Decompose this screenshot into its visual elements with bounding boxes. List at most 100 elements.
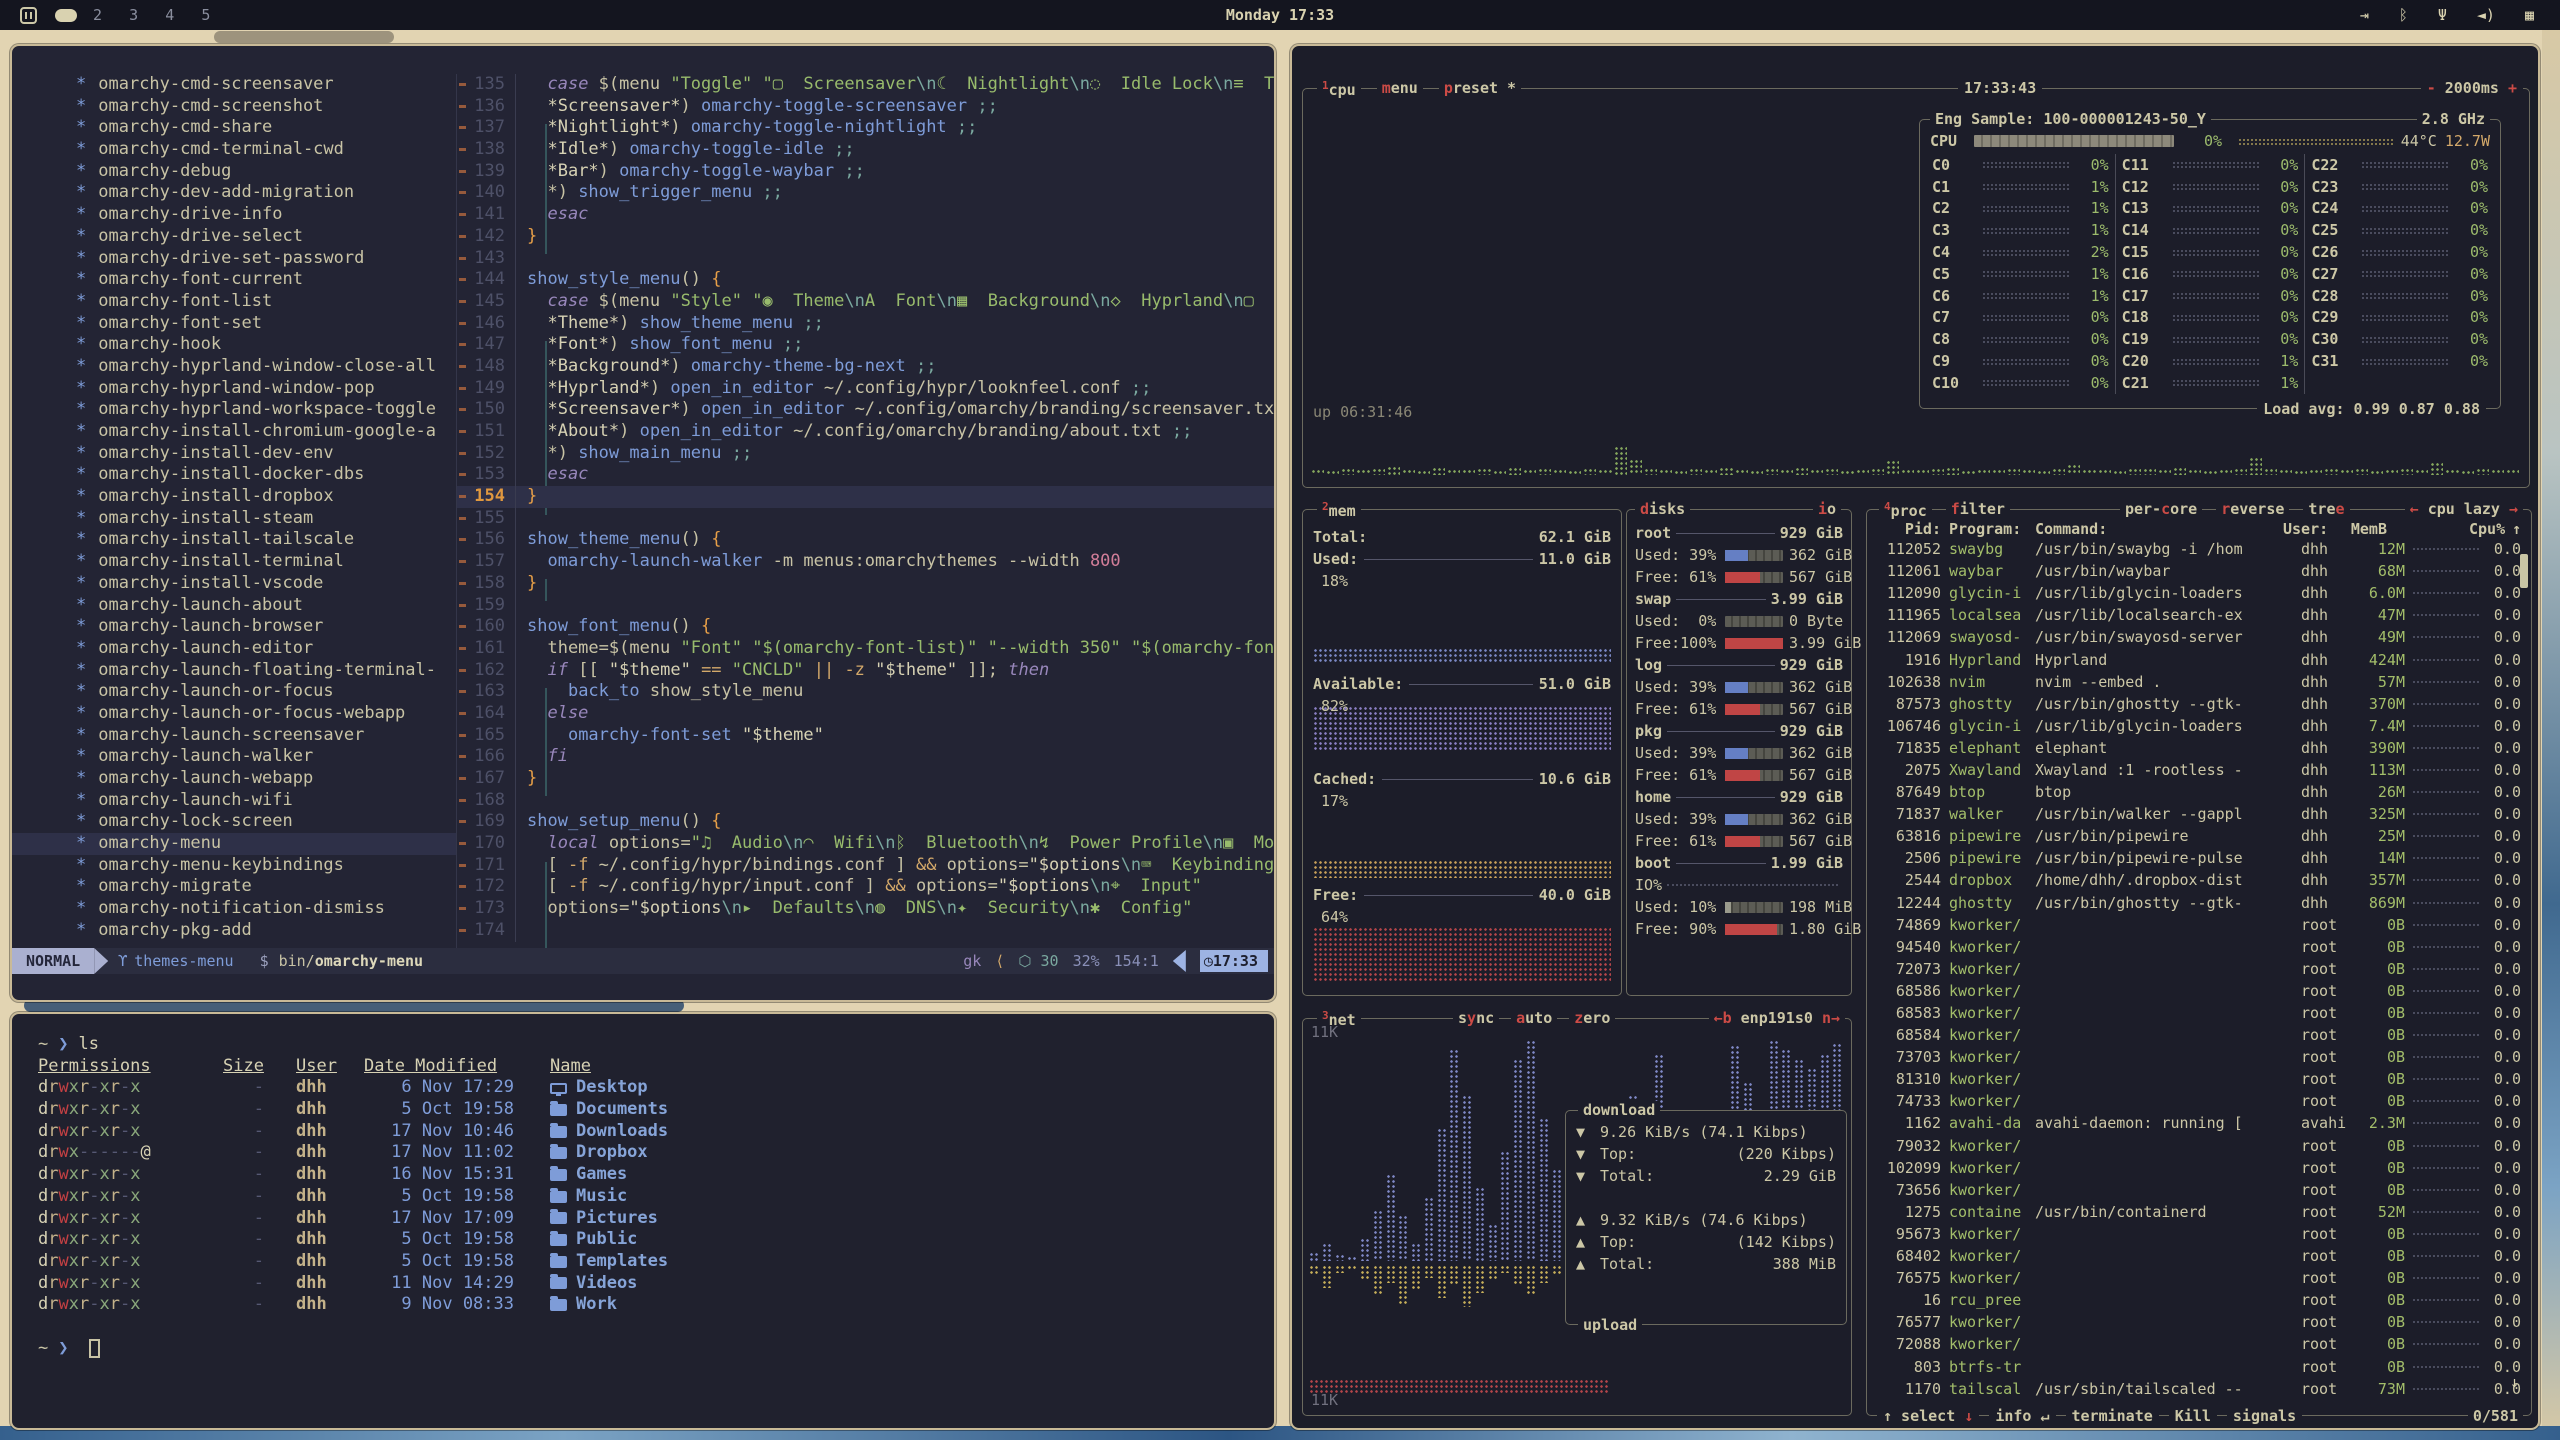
- file-item[interactable]: *omarchy-dev-add-migration: [12, 182, 456, 204]
- file-item[interactable]: *omarchy-hyprland-window-pop: [12, 378, 456, 400]
- process-row[interactable]: 2506 pipewire /usr/bin/pipewire-pulse dh…: [1877, 847, 2521, 869]
- process-row[interactable]: 81310 kworker/ root 0B 0.0: [1877, 1068, 2521, 1090]
- process-row[interactable]: 102638 nvim nvim --embed . dhh 57M 0.0: [1877, 671, 2521, 693]
- file-item[interactable]: *omarchy-install-chromium-google-a: [12, 421, 456, 443]
- file-item[interactable]: *omarchy-launch-wifi: [12, 790, 456, 812]
- disks-box-title[interactable]: disks: [1635, 500, 1690, 518]
- preset-button[interactable]: preset *: [1439, 79, 1521, 99]
- code-line[interactable]: 160 show_font_menu() {: [457, 616, 1274, 638]
- file-item[interactable]: *omarchy-launch-floating-terminal-: [12, 660, 456, 682]
- file-item[interactable]: *omarchy-font-list: [12, 291, 456, 313]
- code-line[interactable]: 142 }: [457, 226, 1274, 248]
- process-row[interactable]: 95673 kworker/ root 0B 0.0: [1877, 1223, 2521, 1245]
- zero-button[interactable]: zero: [1569, 1009, 1615, 1027]
- process-row[interactable]: 73703 kworker/ root 0B 0.0: [1877, 1046, 2521, 1068]
- process-row[interactable]: 12244 ghostty /usr/bin/ghostty --gtk- dh…: [1877, 892, 2521, 914]
- code-line[interactable]: 163 back_to show_style_menu: [457, 681, 1274, 703]
- process-row[interactable]: 74733 kworker/ root 0B 0.0: [1877, 1090, 2521, 1112]
- code-line[interactable]: 156 show_theme_menu() {: [457, 529, 1274, 551]
- file-item[interactable]: *omarchy-hook: [12, 334, 456, 356]
- process-row[interactable]: 106746 glycin-i /usr/lib/glycin-loaders …: [1877, 715, 2521, 737]
- code-line[interactable]: 173 options="$options\n▸ Defaults\n◍ DNS…: [457, 898, 1274, 920]
- process-scrollbar[interactable]: [2520, 554, 2528, 588]
- process-row[interactable]: 76577 kworker/ root 0B 0.0: [1877, 1311, 2521, 1333]
- code-line[interactable]: 146 *Theme*) show_theme_menu ;;: [457, 313, 1274, 335]
- file-item[interactable]: *omarchy-drive-set-password: [12, 248, 456, 270]
- file-item[interactable]: *omarchy-install-terminal: [12, 551, 456, 573]
- code-line[interactable]: 149 *Hyprland*) open_in_editor ~/.config…: [457, 378, 1274, 400]
- menu-button[interactable]: menu: [1377, 79, 1423, 99]
- code-line[interactable]: 145 case $(menu "Style" "◉ Theme\nA Font…: [457, 291, 1274, 313]
- refresh-interval[interactable]: - 2000ms +: [2421, 79, 2523, 97]
- workspace-item[interactable]: 3: [129, 6, 138, 24]
- file-item[interactable]: *omarchy-menu: [12, 833, 456, 855]
- process-row[interactable]: 1170 tailscal /usr/sbin/tailscaled -- ro…: [1877, 1378, 2521, 1400]
- code-line[interactable]: 147 *Font*) show_font_menu ;;: [457, 334, 1274, 356]
- process-row[interactable]: 112052 swaybg /usr/bin/swaybg -i /hom dh…: [1877, 538, 2521, 560]
- code-line[interactable]: 138 *Idle*) omarchy-toggle-idle ;;: [457, 139, 1274, 161]
- code-pane[interactable]: 135 case $(menu "Toggle" "▢ Screensaver\…: [457, 74, 1274, 948]
- process-row[interactable]: 1162 avahi-da avahi-daemon: running [ av…: [1877, 1112, 2521, 1134]
- code-line[interactable]: 136 *Screensaver*) omarchy-toggle-screen…: [457, 96, 1274, 118]
- file-item[interactable]: *omarchy-hyprland-window-close-all: [12, 356, 456, 378]
- process-row[interactable]: 16 rcu_pree root 0B 0.0: [1877, 1289, 2521, 1311]
- process-row[interactable]: 87649 btop btop dhh 26M 0.0: [1877, 781, 2521, 803]
- code-line[interactable]: 162 if [[ "$theme" == "CNCLD" || -z "$th…: [457, 660, 1274, 682]
- file-item[interactable]: *omarchy-install-docker-dbs: [12, 464, 456, 486]
- process-row[interactable]: 79032 kworker/ root 0B 0.0: [1877, 1135, 2521, 1157]
- file-item[interactable]: *omarchy-launch-webapp: [12, 768, 456, 790]
- code-line[interactable]: 164 else: [457, 703, 1274, 725]
- workspaces[interactable]: 2 3 4 5: [93, 6, 238, 24]
- code-line[interactable]: 141 esac: [457, 204, 1274, 226]
- process-row[interactable]: 68583 kworker/ root 0B 0.0: [1877, 1002, 2521, 1024]
- code-line[interactable]: 170 local options="♫ Audio\n◠ Wifi\nᛒ Bl…: [457, 833, 1274, 855]
- process-row[interactable]: 112061 waybar /usr/bin/waybar dhh 68M 0.…: [1877, 560, 2521, 582]
- process-row[interactable]: 1275 containe /usr/bin/containerd root 5…: [1877, 1201, 2521, 1223]
- process-row[interactable]: 73656 kworker/ root 0B 0.0: [1877, 1179, 2521, 1201]
- code-line[interactable]: 157 omarchy-launch-walker -m menus:omarc…: [457, 551, 1274, 573]
- code-line[interactable]: 158 }: [457, 573, 1274, 595]
- code-line[interactable]: 168: [457, 790, 1274, 812]
- file-item[interactable]: *omarchy-install-vscode: [12, 573, 456, 595]
- process-row[interactable]: 2075 Xwayland Xwayland :1 -rootless - dh…: [1877, 759, 2521, 781]
- process-row[interactable]: 68584 kworker/ root 0B 0.0: [1877, 1024, 2521, 1046]
- logout-icon[interactable]: ⇥: [2360, 6, 2369, 24]
- terminate-control[interactable]: terminate: [2066, 1407, 2159, 1425]
- bluetooth-icon[interactable]: ᛒ: [2399, 6, 2408, 24]
- file-item[interactable]: *omarchy-drive-select: [12, 226, 456, 248]
- code-line[interactable]: 143: [457, 248, 1274, 270]
- launcher-icon[interactable]: [20, 7, 37, 24]
- cpu-tray-icon[interactable]: ▦: [2525, 6, 2534, 24]
- git-branch[interactable]: ϒthemes-menu: [118, 952, 233, 970]
- process-row[interactable]: 112069 swayosd- /usr/bin/swayosd-server …: [1877, 626, 2521, 648]
- file-item[interactable]: *omarchy-menu-keybindings: [12, 855, 456, 877]
- per-core-button[interactable]: per-core: [2120, 500, 2202, 520]
- process-row[interactable]: 72088 kworker/ root 0B 0.0: [1877, 1333, 2521, 1355]
- process-row[interactable]: 68402 kworker/ root 0B 0.0: [1877, 1245, 2521, 1267]
- proc-box-title[interactable]: 4proc: [1879, 500, 1932, 520]
- volume-icon[interactable]: ◄): [2477, 6, 2495, 24]
- process-row[interactable]: 72073 kworker/ root 0B 0.0: [1877, 958, 2521, 980]
- file-item[interactable]: *omarchy-install-dropbox: [12, 486, 456, 508]
- file-item[interactable]: *omarchy-font-current: [12, 269, 456, 291]
- code-line[interactable]: 159: [457, 595, 1274, 617]
- workspace-item[interactable]: 4: [165, 6, 174, 24]
- file-item[interactable]: *omarchy-launch-walker: [12, 746, 456, 768]
- process-row[interactable]: 102099 kworker/ root 0B 0.0: [1877, 1157, 2521, 1179]
- code-line[interactable]: 148 *Background*) omarchy-theme-bg-next …: [457, 356, 1274, 378]
- file-item[interactable]: *omarchy-cmd-terminal-cwd: [12, 139, 456, 161]
- code-line[interactable]: 172 [ -f ~/.config/hypr/input.conf ] && …: [457, 876, 1274, 898]
- tree-button[interactable]: tree: [2303, 500, 2349, 520]
- code-line[interactable]: 154 }: [457, 486, 1274, 508]
- file-item[interactable]: *omarchy-migrate: [12, 876, 456, 898]
- code-line[interactable]: 140 *) show_trigger_menu ;;: [457, 182, 1274, 204]
- process-row[interactable]: 803 btrfs-tr root 0B 0.0: [1877, 1355, 2521, 1377]
- file-item[interactable]: *omarchy-drive-info: [12, 204, 456, 226]
- file-item[interactable]: *omarchy-install-dev-env: [12, 443, 456, 465]
- code-line[interactable]: 169 show_setup_menu() {: [457, 811, 1274, 833]
- network-icon[interactable]: Ψ: [2438, 6, 2447, 24]
- file-item[interactable]: *omarchy-install-tailscale: [12, 529, 456, 551]
- terminal-window[interactable]: ~ ❯ ls PermissionsSizeUserDate ModifiedN…: [10, 1012, 1276, 1430]
- code-line[interactable]: 174: [457, 920, 1274, 942]
- code-line[interactable]: 137 *Nightlight*) omarchy-toggle-nightli…: [457, 117, 1274, 139]
